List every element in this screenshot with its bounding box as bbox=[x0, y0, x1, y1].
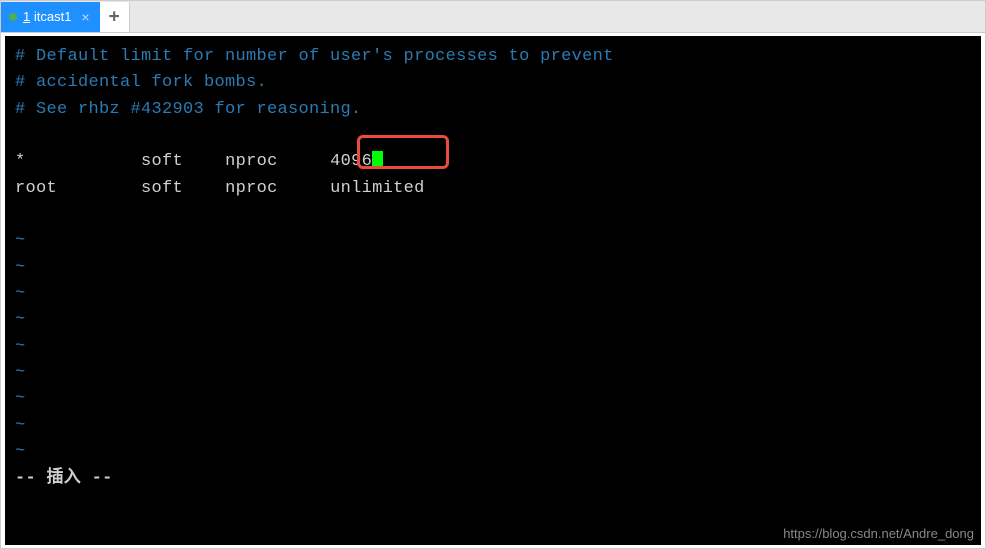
empty-line-tilde: ~ bbox=[15, 255, 971, 281]
empty-line-tilde: ~ bbox=[15, 281, 971, 307]
window-frame: 1 itcast1 × + # Default limit for number… bbox=[0, 0, 986, 549]
empty-line-tilde: ~ bbox=[15, 307, 971, 333]
new-tab-button[interactable]: + bbox=[100, 2, 130, 32]
active-indicator-icon bbox=[9, 13, 17, 21]
config-row: * soft nproc 4096 bbox=[15, 149, 971, 175]
plus-icon: + bbox=[109, 6, 120, 27]
empty-line-tilde: ~ bbox=[15, 413, 971, 439]
comment-line: # See rhbz #432903 for reasoning. bbox=[15, 97, 971, 123]
blank-line bbox=[15, 202, 971, 228]
terminal[interactable]: # Default limit for number of user's pro… bbox=[5, 36, 981, 545]
comment-line: # Default limit for number of user's pro… bbox=[15, 44, 971, 70]
config-row: root soft nproc unlimited bbox=[15, 176, 971, 202]
blank-line bbox=[15, 123, 971, 149]
cursor-icon bbox=[372, 151, 383, 169]
watermark: https://blog.csdn.net/Andre_dong bbox=[783, 526, 974, 541]
empty-line-tilde: ~ bbox=[15, 360, 971, 386]
empty-line-tilde: ~ bbox=[15, 386, 971, 412]
vim-status-line: -- 插入 -- bbox=[15, 466, 971, 492]
tab-label: 1 itcast1 bbox=[23, 9, 71, 24]
tab-bar: 1 itcast1 × + bbox=[1, 1, 985, 33]
tab-itcast1[interactable]: 1 itcast1 × bbox=[1, 2, 100, 32]
highlighted-value: 4096 bbox=[330, 152, 372, 171]
close-icon[interactable]: × bbox=[81, 9, 89, 25]
empty-line-tilde: ~ bbox=[15, 228, 971, 254]
empty-line-tilde: ~ bbox=[15, 439, 971, 465]
empty-line-tilde: ~ bbox=[15, 334, 971, 360]
comment-line: # accidental fork bombs. bbox=[15, 70, 971, 96]
